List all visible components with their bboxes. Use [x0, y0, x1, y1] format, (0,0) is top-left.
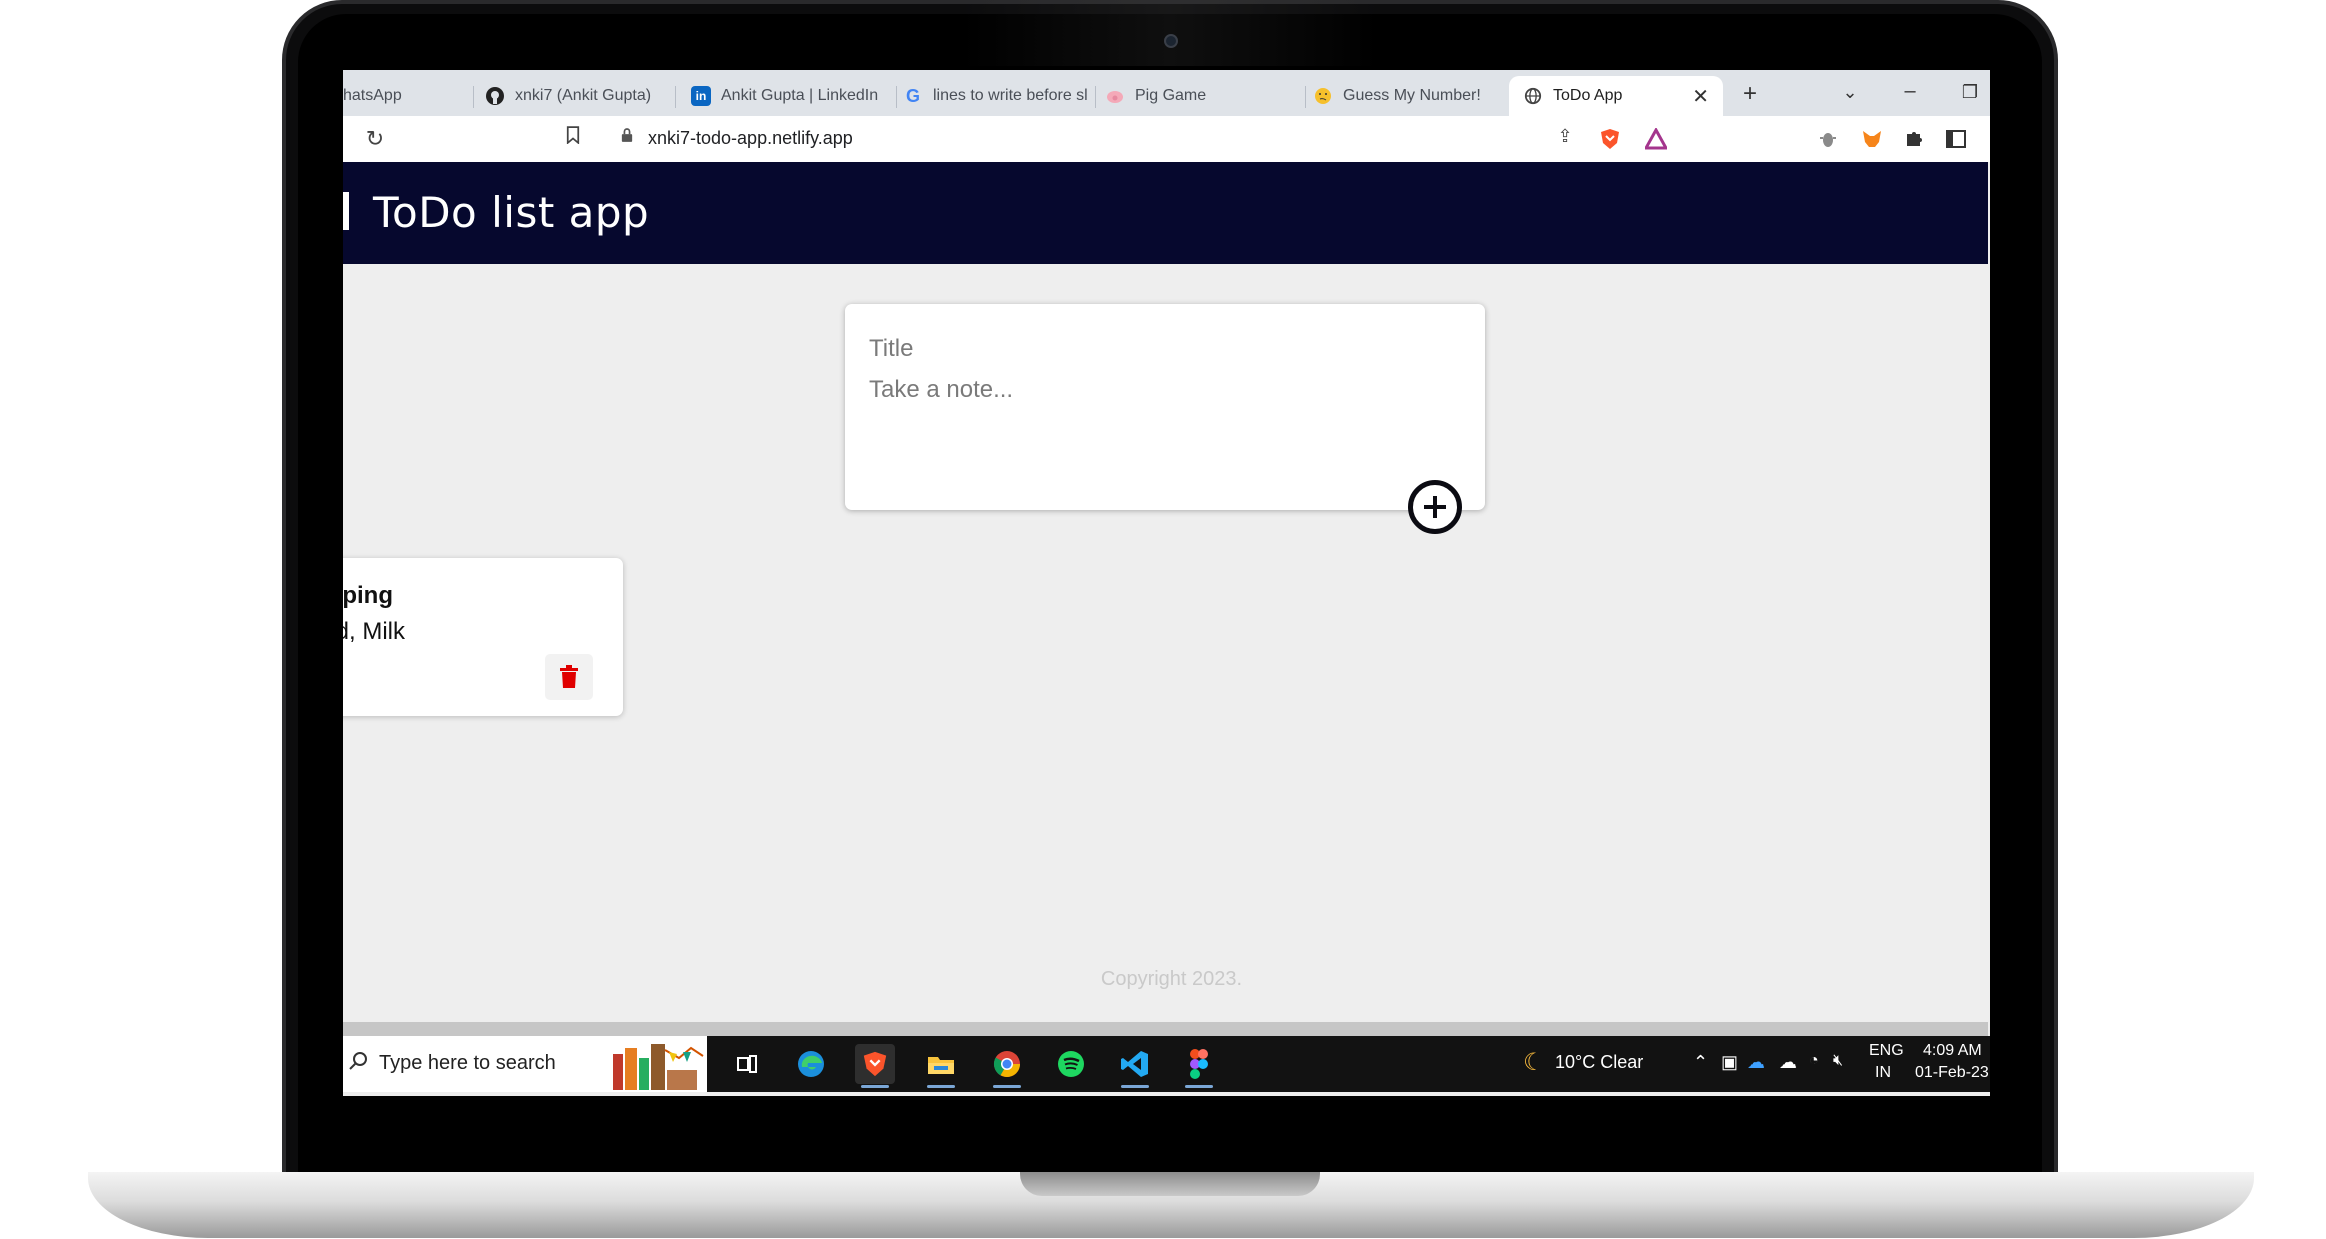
running-app-indicator — [993, 1085, 1021, 1088]
running-app-indicator — [1185, 1085, 1213, 1088]
tab-divider — [896, 86, 897, 108]
tab-label: lines to write before sl — [933, 87, 1088, 104]
region-indicator: IN — [1875, 1064, 1891, 1081]
tab-linkedin[interactable]: in Ankit Gupta | LinkedIn — [691, 76, 891, 116]
bug-extension-icon[interactable] — [1817, 128, 1839, 150]
share-icon[interactable]: ⇪ — [1551, 126, 1579, 147]
linkedin-icon: in — [691, 86, 711, 106]
bookmark-icon[interactable] — [559, 126, 587, 150]
brave-browser-icon[interactable] — [855, 1044, 895, 1088]
windows-taskbar: Type here to search ☾ 10°C Clear ⌃ ▣ ☁ ☁… — [343, 1036, 1990, 1092]
cloud-icon[interactable]: ☁ — [1779, 1052, 1797, 1073]
tab-divider — [1095, 86, 1096, 108]
speaker-muted-icon[interactable]: 🔇︎ — [1833, 1052, 1843, 1070]
google-icon: G — [905, 85, 920, 106]
figma-icon[interactable] — [1179, 1044, 1219, 1088]
tab-guess-my-number[interactable]: Guess My Number! — [1313, 76, 1503, 116]
note-card: Shopping Bread, Milk — [343, 558, 623, 716]
tab-whatsapp[interactable]: hatsApp — [343, 76, 473, 116]
search-highlight-illustration — [613, 1044, 704, 1090]
restore-icon[interactable]: ❐ — [1955, 82, 1985, 103]
trash-icon — [560, 665, 578, 688]
tab-google-search[interactable]: G lines to write before sl — [903, 76, 1093, 116]
tab-label: Ankit Gupta | LinkedIn — [721, 87, 879, 104]
tab-divider — [675, 86, 676, 108]
delete-note-button[interactable] — [545, 654, 593, 700]
weather-text[interactable]: 10°C Clear — [1555, 1052, 1643, 1073]
spotify-icon[interactable] — [1051, 1044, 1091, 1084]
tab-todo-app[interactable]: ToDo App ✕ — [1509, 76, 1723, 116]
new-tab-button[interactable]: + — [1735, 80, 1765, 108]
task-view-icon[interactable] — [727, 1044, 767, 1084]
add-note-button[interactable] — [1408, 480, 1462, 534]
tab-strip: hatsApp xnki7 (Ankit Gupta) in Ankit Gup… — [343, 70, 1990, 116]
brave-shield-icon[interactable] — [1599, 128, 1621, 150]
tab-label: Guess My Number! — [1343, 87, 1481, 104]
pig-icon — [1105, 86, 1125, 106]
tab-label: Pig Game — [1135, 87, 1207, 104]
sidebar-toggle-icon[interactable] — [1945, 128, 1967, 150]
horizontal-scrollbar[interactable] — [343, 1022, 1988, 1036]
note-title: Shopping — [343, 582, 393, 609]
taskbar-search-placeholder: Type here to search — [379, 1052, 556, 1074]
vscode-icon[interactable] — [1115, 1044, 1155, 1088]
header-icon-fragment — [343, 192, 349, 230]
thinking-emoji-icon — [1313, 86, 1333, 106]
address-toolbar: ↻ xnki7-todo-app.netlify.app ⇪ — [343, 116, 1990, 162]
tab-label: xnki7 (Ankit Gupta) — [515, 87, 652, 104]
tab-divider — [1305, 86, 1306, 108]
create-note-form — [845, 304, 1485, 510]
extensions-puzzle-icon[interactable] — [1903, 128, 1925, 150]
laptop-hinge-notch — [1020, 1172, 1320, 1196]
onedrive-icon[interactable]: ☁ — [1747, 1052, 1765, 1073]
webcam-icon — [1164, 34, 1178, 48]
app-title: ToDo list app — [373, 188, 650, 237]
tab-label: ToDo App — [1553, 87, 1623, 104]
meet-now-icon[interactable]: ▣ — [1721, 1052, 1738, 1073]
laptop-mockup: hatsApp xnki7 (Ankit Gupta) in Ankit Gup… — [0, 0, 2326, 1239]
active-app-indicator — [861, 1085, 889, 1088]
chrome-icon[interactable] — [987, 1044, 1027, 1088]
minimize-icon[interactable]: – — [1895, 80, 1925, 103]
tab-label: hatsApp — [343, 87, 402, 104]
running-app-indicator — [927, 1085, 955, 1088]
brave-rewards-icon[interactable] — [1643, 126, 1669, 150]
browser-screen: hatsApp xnki7 (Ankit Gupta) in Ankit Gup… — [343, 70, 1990, 1096]
running-app-indicator — [1121, 1085, 1149, 1088]
tab-search-chevron-icon[interactable]: ⌄ — [1835, 82, 1865, 103]
plus-icon — [1424, 496, 1446, 518]
close-tab-icon[interactable]: ✕ — [1692, 84, 1709, 109]
chevron-up-icon[interactable]: ⌃ — [1693, 1052, 1708, 1073]
tab-github[interactable]: xnki7 (Ankit Gupta) — [485, 76, 665, 116]
note-title-input[interactable] — [869, 332, 1429, 366]
github-icon — [485, 86, 505, 106]
footer-copyright: Copyright 2023. — [1100, 968, 1243, 990]
tab-divider — [473, 86, 474, 108]
metamask-icon[interactable] — [1861, 128, 1883, 150]
taskbar-search-box[interactable]: Type here to search — [343, 1036, 707, 1092]
address-bar[interactable]: xnki7-todo-app.netlify.app — [648, 128, 853, 149]
reload-icon[interactable]: ↻ — [361, 126, 389, 152]
bezel-reflection — [960, 0, 1380, 66]
weather-moon-icon: ☾ — [1523, 1049, 1545, 1076]
globe-icon — [1523, 86, 1543, 106]
note-content-input[interactable] — [869, 376, 1429, 416]
file-explorer-icon[interactable] — [921, 1044, 961, 1088]
tab-pig-game[interactable]: Pig Game — [1105, 76, 1305, 116]
clock-time[interactable]: 4:09 AM — [1923, 1042, 1982, 1060]
wifi-icon[interactable]: ◔ — [1809, 1052, 1819, 1070]
clock-date: 01-Feb-23 — [1915, 1064, 1989, 1081]
language-indicator[interactable]: ENG — [1869, 1042, 1904, 1060]
search-icon — [349, 1052, 367, 1070]
lock-icon — [621, 128, 633, 147]
edge-browser-icon[interactable] — [791, 1044, 831, 1084]
note-content: Bread, Milk — [343, 618, 405, 645]
app-header: ToDo list app — [343, 162, 1988, 264]
